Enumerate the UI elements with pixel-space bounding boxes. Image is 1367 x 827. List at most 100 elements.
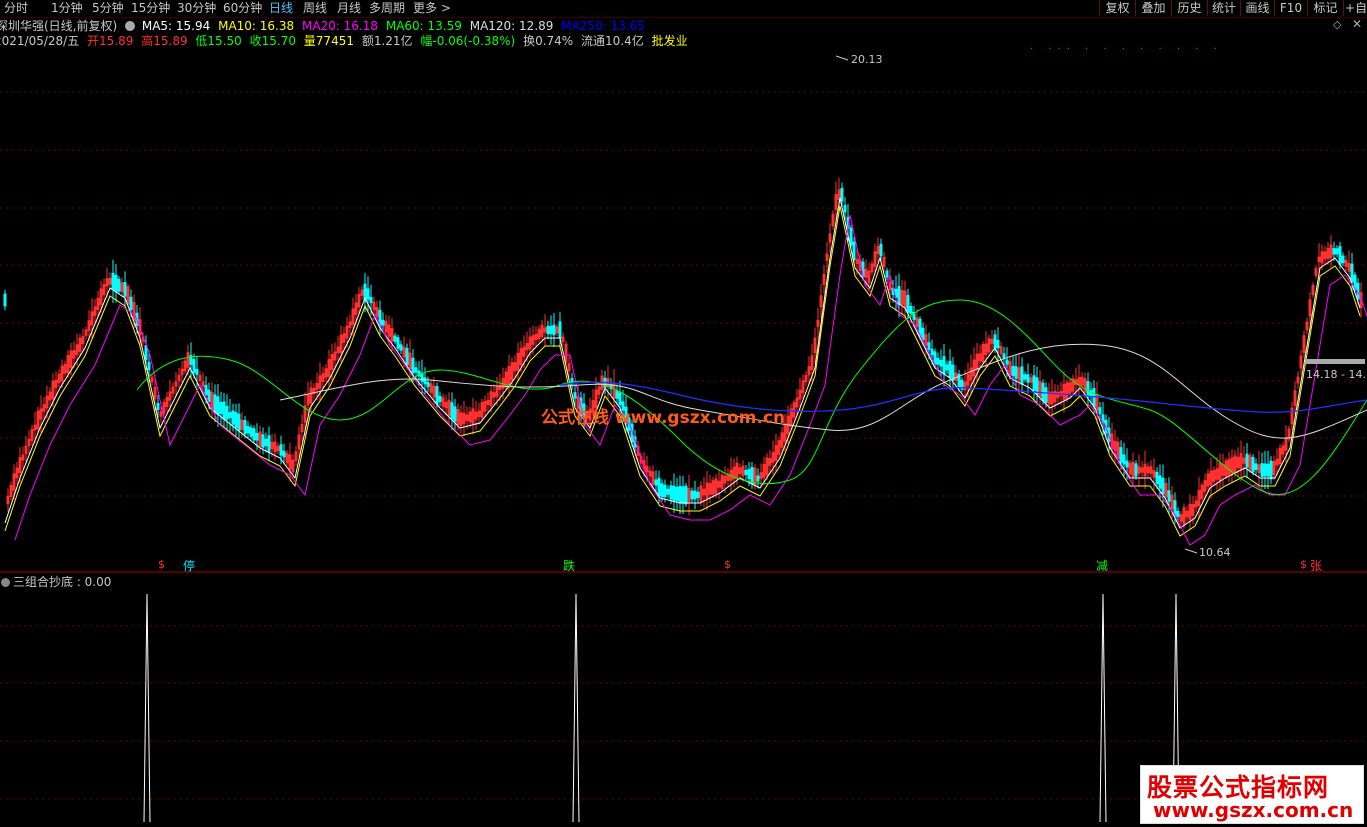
candle-body (927, 342, 931, 350)
candle-body (399, 344, 403, 351)
candle-body (1005, 359, 1009, 365)
candle-body (1254, 463, 1258, 470)
candle-body (213, 394, 217, 413)
candle-body (1044, 387, 1048, 403)
candle-body (675, 486, 679, 502)
low-price-pointer (1184, 548, 1198, 554)
candle-body (909, 305, 913, 315)
ma120-line (279, 343, 1367, 439)
candle-body (117, 278, 121, 292)
candle-body (156, 402, 160, 411)
candle-body (261, 434, 265, 448)
signal-drop: 跌 (563, 559, 576, 573)
candle-body (219, 402, 223, 414)
candle-body (405, 347, 409, 366)
candle-body (684, 485, 688, 505)
candle-body (993, 334, 997, 349)
candle-body (1086, 381, 1090, 398)
candle-body (750, 466, 754, 485)
candle-body (756, 475, 760, 482)
candle-body (435, 386, 439, 405)
candle-body (1125, 460, 1129, 468)
brand-url: www.gszx.com.cn (1153, 798, 1354, 822)
candle-body (225, 405, 229, 420)
candle-body (1260, 463, 1264, 477)
candle-body (222, 401, 226, 420)
candle-body (264, 438, 268, 447)
candle-body (681, 486, 685, 504)
candle-body (744, 469, 748, 476)
candle-body (192, 359, 196, 373)
candle-body (438, 395, 442, 402)
indicator-spike (143, 593, 151, 823)
candle-body (546, 325, 550, 335)
candle-body (1266, 463, 1270, 477)
candle-body (939, 360, 943, 367)
candle-body (1011, 365, 1015, 377)
candle-body (1158, 475, 1162, 489)
candle-body (852, 241, 856, 260)
candle-body (948, 360, 952, 378)
candle-body (1269, 460, 1273, 480)
candle-body (696, 491, 700, 499)
candle-body (195, 368, 199, 376)
candle-body (129, 296, 133, 310)
candle-body (1122, 454, 1126, 465)
indicator-title: 三组合抄底 : 0.00 (13, 575, 112, 589)
candle-body (1173, 500, 1177, 516)
indicator-toggle-icon[interactable] (1, 578, 10, 587)
candlesticks (3, 177, 1363, 530)
candle-body (144, 345, 148, 360)
candle-body (1332, 248, 1336, 255)
candle-body (111, 272, 115, 290)
signal-marker: $ (158, 558, 165, 571)
candle-body (381, 319, 385, 326)
candle-body (615, 390, 619, 399)
candle-body (906, 295, 910, 313)
candle-body (690, 490, 694, 500)
candle-body (453, 406, 457, 422)
candle-body (921, 327, 925, 341)
indicator-spikes (143, 593, 1180, 823)
candle-body (252, 428, 256, 441)
candle-body (747, 469, 751, 479)
candle-body (678, 485, 682, 504)
candle-body (1020, 366, 1024, 385)
candle-body (942, 356, 946, 375)
candle-body (666, 488, 670, 495)
grid-lines (0, 91, 1367, 800)
candle-body (849, 227, 853, 246)
candle-body (366, 288, 370, 300)
candle-body (216, 396, 220, 415)
candle-body (279, 444, 283, 456)
marker-dots: · ··· · · · · · · · · (1030, 44, 1223, 55)
candle-body (663, 484, 667, 498)
signal-stop: 停 (183, 559, 196, 573)
candle-body (1245, 453, 1249, 468)
range-price-label: 14.18 - 14. (1306, 368, 1366, 381)
candle-body (369, 296, 373, 304)
candle-body (282, 450, 286, 458)
price-range-bar (1305, 359, 1365, 364)
indicator-title-bar: 三组合抄底 : 0.00 (0, 574, 111, 590)
low-price-label: 10.64 (1199, 546, 1231, 559)
candle-body (1002, 353, 1006, 359)
high-price-label: 20.13 (851, 53, 883, 66)
candle-body (267, 435, 271, 453)
candle-body (426, 381, 430, 387)
candle-body (204, 384, 208, 396)
candle-body (660, 483, 664, 498)
candle-body (396, 337, 400, 349)
candle-body (423, 377, 427, 385)
candle-body (1335, 248, 1339, 255)
candle-body (672, 485, 676, 501)
signal-reduce: 减 (1096, 559, 1109, 573)
candle-body (840, 187, 844, 202)
candle-body (249, 427, 253, 437)
signal-rise: 张 (1310, 559, 1323, 573)
signal-marker: $ (724, 558, 731, 571)
watermark-text: 公式在线 www.gszx.com.cn (541, 408, 786, 428)
candle-body (255, 433, 259, 441)
candle-body (1338, 246, 1342, 265)
indicator-spike (572, 593, 580, 823)
